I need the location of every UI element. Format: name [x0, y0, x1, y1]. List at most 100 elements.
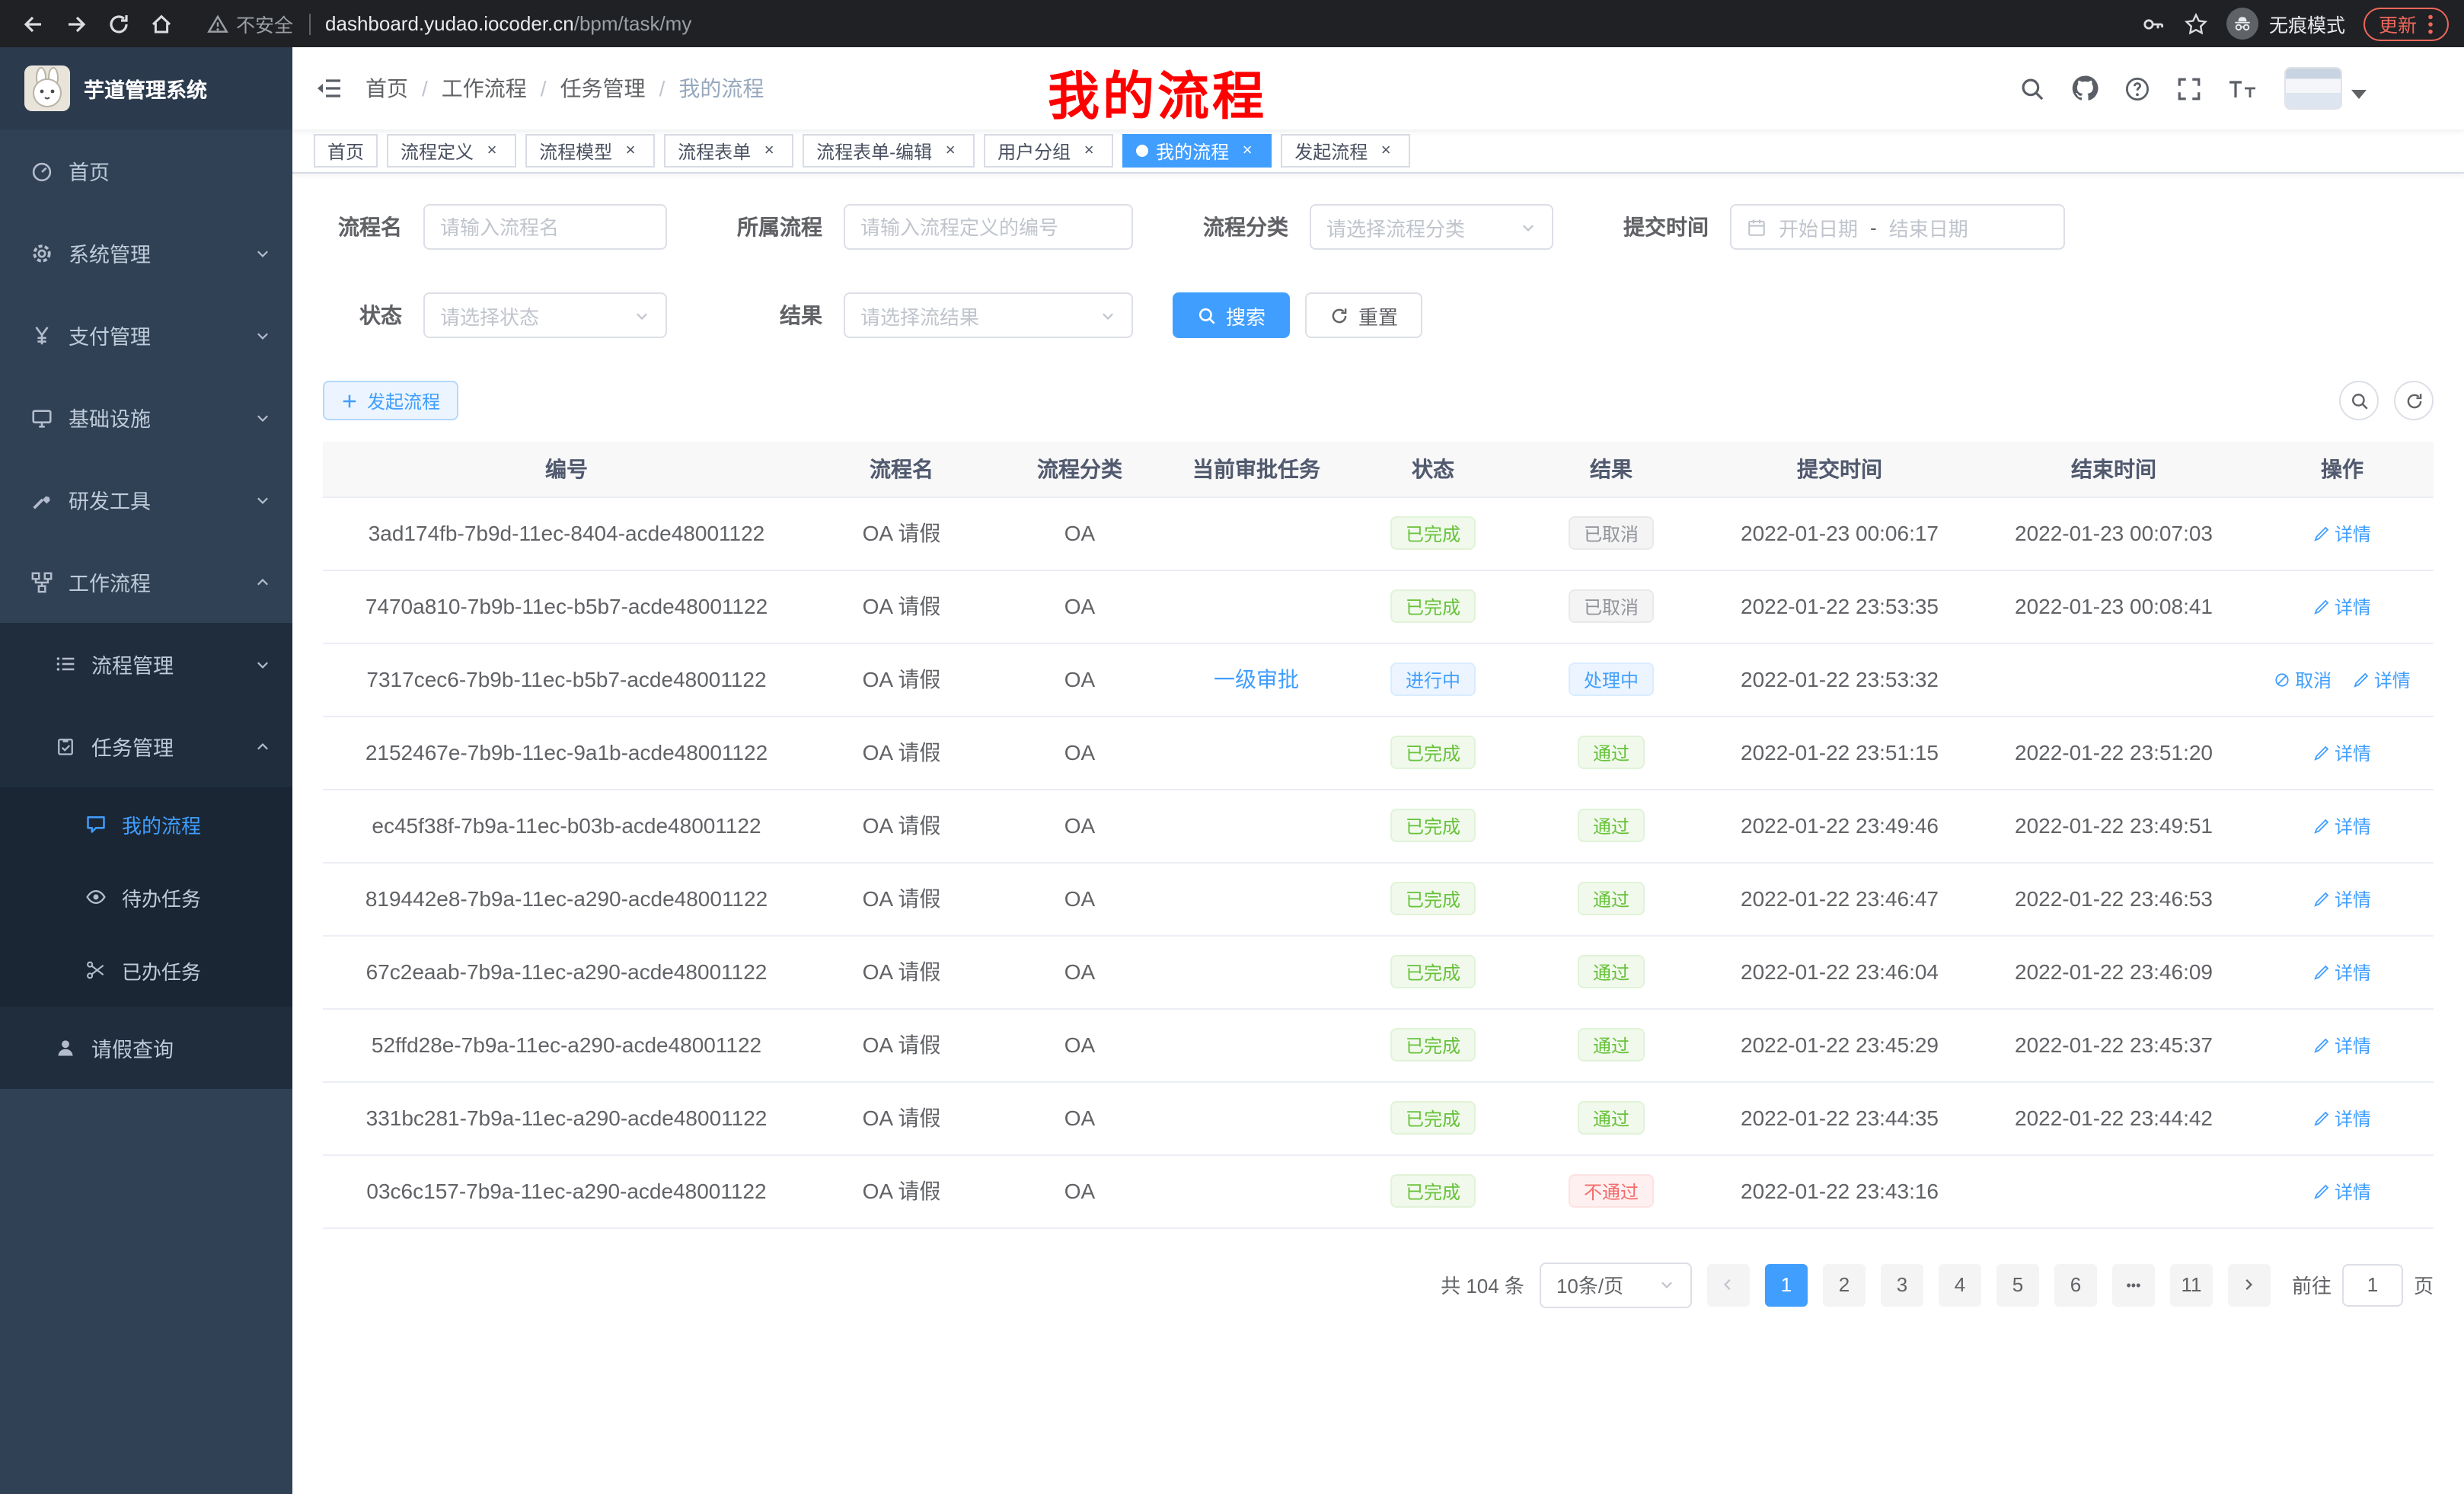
start-process-button[interactable]: 发起流程 [323, 381, 458, 420]
sidebar-item-process-management[interactable]: 流程管理 [0, 623, 292, 705]
github-icon[interactable] [2071, 75, 2099, 102]
detail-link[interactable]: 详情 [2313, 1032, 2371, 1058]
status-badge: 已完成 [1390, 736, 1476, 769]
page-button[interactable]: 11 [2170, 1263, 2213, 1306]
cancel-icon [2274, 671, 2290, 688]
bookmark-star-icon[interactable] [2184, 11, 2208, 36]
help-icon[interactable] [2124, 75, 2150, 101]
page-size-select[interactable]: 10条/页 [1540, 1262, 1692, 1307]
warning-icon [207, 13, 228, 34]
page-button[interactable]: 6 [2054, 1263, 2097, 1306]
hamburger-icon[interactable] [292, 76, 365, 101]
close-icon[interactable] [758, 140, 780, 161]
fullscreen-icon[interactable] [2176, 75, 2202, 101]
close-icon[interactable] [1237, 140, 1258, 161]
detail-link[interactable]: 详情 [2313, 812, 2371, 838]
edit-icon [2313, 598, 2330, 615]
tab-user-group[interactable]: 用户分组 [984, 134, 1113, 168]
sidebar-item-home[interactable]: 首页 [0, 129, 292, 212]
toggle-search-button[interactable] [2339, 381, 2379, 420]
back-icon[interactable] [15, 5, 52, 42]
home-icon[interactable] [143, 5, 180, 42]
page-button[interactable]: 2 [1823, 1263, 1866, 1306]
sidebar-item-done-tasks[interactable]: 已办任务 [0, 934, 292, 1007]
process-def-input[interactable] [844, 204, 1133, 250]
page-button[interactable]: 1 [1765, 1263, 1808, 1306]
reset-button[interactable]: 重置 [1305, 292, 1422, 338]
more-pages-button[interactable]: ••• [2112, 1263, 2155, 1306]
close-icon[interactable] [1375, 140, 1396, 161]
detail-link[interactable]: 详情 [2313, 959, 2371, 985]
security-indicator[interactable]: 不安全 [207, 9, 293, 38]
search-icon[interactable] [2019, 75, 2045, 101]
page-button[interactable]: 5 [1996, 1263, 2039, 1306]
sidebar-item-todo-tasks[interactable]: 待办任务 [0, 860, 292, 934]
submit-time-range-picker[interactable]: 开始日期 - 结束日期 [1730, 204, 2065, 250]
result-select[interactable]: 请选择流结果 [844, 292, 1133, 338]
user-menu[interactable] [2284, 67, 2367, 110]
tab-process-form[interactable]: 流程表单 [664, 134, 793, 168]
security-label: 不安全 [236, 9, 293, 38]
sidebar-item-task-management[interactable]: 任务管理 [0, 705, 292, 787]
breadcrumb-task-management[interactable]: 任务管理 [560, 73, 646, 104]
next-page-button[interactable] [2228, 1263, 2271, 1306]
tab-process-model[interactable]: 流程模型 [525, 134, 655, 168]
status-select[interactable]: 请选择状态 [423, 292, 667, 338]
cancel-link[interactable]: 取消 [2274, 666, 2332, 692]
sidebar-item-infrastructure[interactable]: 基础设施 [0, 376, 292, 458]
detail-link[interactable]: 详情 [2313, 520, 2371, 546]
refresh-table-button[interactable] [2394, 381, 2434, 420]
prev-page-button[interactable] [1707, 1263, 1750, 1306]
process-category-select[interactable]: 请选择流程分类 [1310, 204, 1553, 250]
tab-start-process[interactable]: 发起流程 [1281, 134, 1410, 168]
update-button[interactable]: 更新 [2363, 7, 2449, 40]
tab-process-definition[interactable]: 流程定义 [387, 134, 516, 168]
status-badge: 已完成 [1390, 882, 1476, 915]
page-button[interactable]: 4 [1939, 1263, 1981, 1306]
close-icon[interactable] [1078, 140, 1100, 161]
chevron-down-icon [1658, 1276, 1675, 1293]
breadcrumb-workflow[interactable]: 工作流程 [442, 73, 527, 104]
close-icon[interactable] [481, 140, 503, 161]
result-badge: 通过 [1578, 882, 1645, 915]
key-icon[interactable] [2141, 11, 2166, 36]
detail-link[interactable]: 详情 [2313, 1178, 2371, 1204]
search-icon [2349, 391, 2369, 410]
search-button[interactable]: 搜索 [1173, 292, 1290, 338]
app-logo[interactable]: 芋道管理系统 [0, 47, 292, 129]
detail-link[interactable]: 详情 [2313, 593, 2371, 619]
reload-icon[interactable] [101, 5, 137, 42]
chevron-down-icon [634, 307, 650, 324]
close-icon[interactable] [620, 140, 641, 161]
col-category: 流程分类 [993, 442, 1167, 496]
sidebar-item-my-process[interactable]: 我的流程 [0, 787, 292, 860]
detail-link[interactable]: 详情 [2353, 666, 2411, 692]
page-button[interactable]: 3 [1881, 1263, 1923, 1306]
process-table: 编号 流程名 流程分类 当前审批任务 状态 结果 提交时间 结束时间 操作 3a… [323, 442, 2434, 1228]
detail-link[interactable]: 详情 [2313, 886, 2371, 911]
goto-page-input[interactable] [2342, 1263, 2403, 1306]
col-id: 编号 [323, 442, 810, 496]
table-toolbar: 发起流程 [323, 381, 2434, 420]
tab-my-process[interactable]: 我的流程 [1122, 134, 1272, 168]
sidebar-item-system[interactable]: 系统管理 [0, 212, 292, 294]
result-badge: 已取消 [1569, 589, 1654, 623]
breadcrumb-home[interactable]: 首页 [365, 73, 408, 104]
sidebar-item-payment[interactable]: 支付管理 [0, 294, 292, 376]
table-row: 67c2eaab-7b9a-11ec-a290-acde48001122 OA … [323, 935, 2434, 1008]
detail-link[interactable]: 详情 [2313, 1105, 2371, 1131]
process-name-input[interactable] [423, 204, 667, 250]
workflow-submenu: 流程管理 任务管理 我的流程 待办任务 [0, 623, 292, 1089]
sidebar-item-devtools[interactable]: 研发工具 [0, 458, 292, 541]
current-task-link[interactable]: 一级审批 [1214, 667, 1299, 691]
sidebar-item-workflow[interactable]: 工作流程 [0, 541, 292, 623]
address-bar[interactable]: dashboard.yudao.iocoder.cn/bpm/task/my [325, 12, 691, 35]
sidebar-item-leave-query[interactable]: 请假查询 [0, 1007, 292, 1089]
tab-home[interactable]: 首页 [314, 134, 378, 168]
close-icon[interactable] [940, 140, 961, 161]
forward-icon[interactable] [58, 5, 94, 42]
font-size-icon[interactable] [2228, 76, 2258, 101]
detail-link[interactable]: 详情 [2313, 739, 2371, 765]
main-area: 首页 工作流程 任务管理 我的流程 首页 [292, 47, 2464, 1494]
tab-process-form-edit[interactable]: 流程表单-编辑 [803, 134, 975, 168]
